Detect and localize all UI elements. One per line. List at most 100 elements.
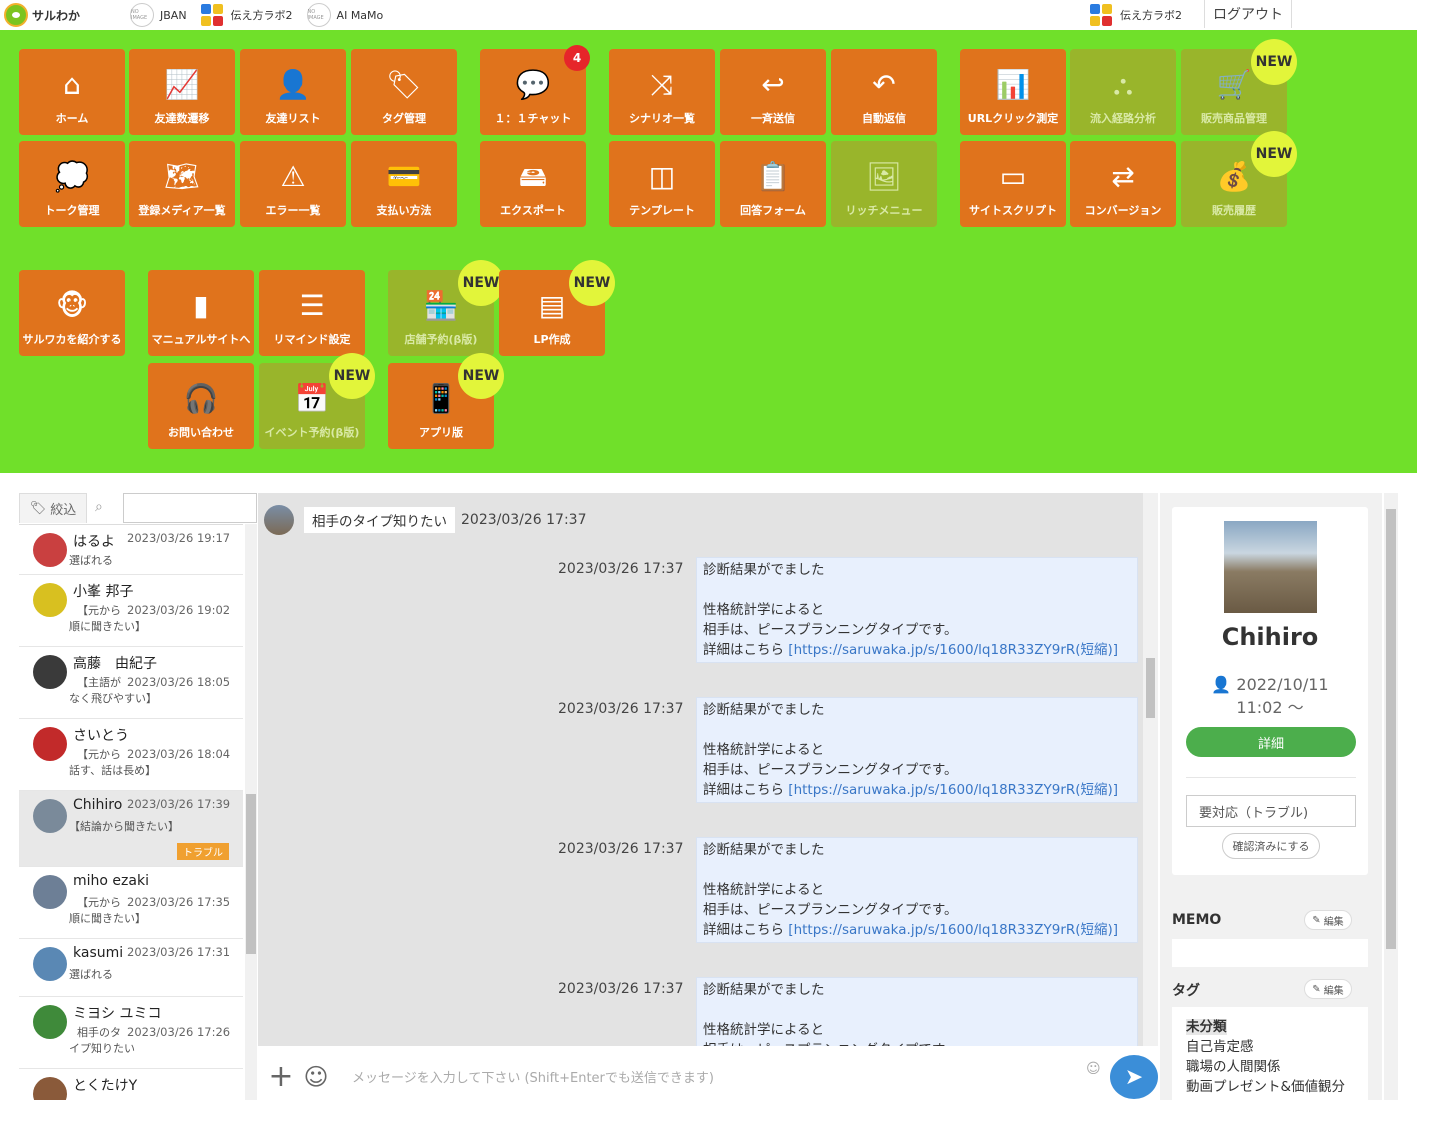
message-input[interactable]: メッセージを入力して下さい (Shift+Enterでも送信できます) xyxy=(352,1067,1082,1086)
scrollbar-thumb[interactable] xyxy=(1386,509,1396,949)
search-input[interactable] xyxy=(123,493,257,523)
filter-tab[interactable]: 🏷 絞込 xyxy=(19,493,87,523)
account-switch-tsutaekata[interactable]: 伝え方ラボ2 xyxy=(200,4,293,26)
menu-tile-book[interactable]: ▮ マニュアルサイトへ xyxy=(148,270,254,356)
plus-icon[interactable]: + xyxy=(264,1059,298,1094)
avatar[interactable] xyxy=(264,505,294,535)
profile-scrollbar[interactable] xyxy=(1384,493,1398,1100)
outgoing-message: 2023/03/26 17:37 診断結果がでました 性格統計学によると相手は、ピ… xyxy=(558,557,1138,679)
friend-list-item[interactable]: はるよ 2023/03/26 19:17 選ばれる xyxy=(19,525,243,575)
tag-edit-button[interactable]: ✎ 編集 xyxy=(1304,979,1352,999)
emoji-small-icon[interactable]: ☺ xyxy=(1086,1061,1101,1077)
scrollbar-thumb[interactable] xyxy=(246,794,256,954)
menu-tile-layout[interactable]: ▤ LP作成 NEW xyxy=(499,260,615,356)
menu-tile-label: 自動返信 xyxy=(862,112,906,125)
message-line: 相手は、ピースプランニングタイプです。 xyxy=(703,1040,1131,1046)
message-preview: 【主語が xyxy=(77,676,121,689)
chat-panel: 相手のタイプ知りたい 2023/03/26 17:37 2023/03/26 1… xyxy=(258,493,1158,1100)
divider xyxy=(1186,777,1356,778)
friend-list-item[interactable]: さいとう 2023/03/26 18:04 【元から 話す、話は長め】 xyxy=(19,719,243,791)
paper-plane-icon: ➤ xyxy=(1124,1064,1144,1090)
menu-tile-label: 登録メディア一覧 xyxy=(138,204,226,217)
status-select[interactable]: 要対応（トラブル) xyxy=(1186,795,1356,827)
menu-tile-analytics[interactable]: 📊 URLクリック測定 xyxy=(960,49,1066,135)
menu-tile-image[interactable]: 🖼 リッチメニュー xyxy=(831,141,937,227)
avatar xyxy=(33,533,67,567)
filter-label: 絞込 xyxy=(50,503,77,518)
detail-button[interactable]: 詳細 xyxy=(1186,727,1356,757)
menu-tile-card[interactable]: 💳 支払い方法 xyxy=(351,141,457,227)
friend-list-item[interactable]: 小峯 邦子 2023/03/26 19:02 【元から 順に聞きたい】 xyxy=(19,575,243,647)
menu-tile-exchange[interactable]: ⇄ コンバージョン xyxy=(1070,141,1176,227)
menu-tile-label: 回答フォーム xyxy=(740,204,806,217)
menu-tile-warning[interactable]: ⚠ エラー一覧 xyxy=(240,141,346,227)
mark-confirmed-button[interactable]: 確認済みにする xyxy=(1222,833,1320,859)
menu-tile-clipboard[interactable]: 📋 回答フォーム xyxy=(720,141,826,227)
menu-tile-moneybag[interactable]: 💰 販売履歴 NEW xyxy=(1181,131,1297,227)
menu-tile-columns[interactable]: ◫ テンプレート xyxy=(609,141,715,227)
short-url-link[interactable]: [https://saruwaka.jp/s/1600/lq18R33ZY9rR… xyxy=(788,782,1118,798)
message-preview: 話す、話は長め】 xyxy=(69,764,157,777)
menu-tile-headset[interactable]: 🎧 お問い合わせ xyxy=(148,363,254,449)
friend-list-item[interactable]: とくたけY xyxy=(19,1069,243,1100)
tag-icon: 🏷 xyxy=(386,68,422,101)
menu-tile-calendar[interactable]: 📅 イベント予約(β版) NEW xyxy=(259,353,375,449)
friend-list-item[interactable]: kasumi 2023/03/26 17:31 選ばれる xyxy=(19,939,243,997)
profile-card: Chihiro 👤 2022/10/11 11:02 〜 詳細 要対応（トラブル… xyxy=(1172,507,1368,875)
menu-tile-drive[interactable]: 🖴 エクスポート xyxy=(480,141,586,227)
menu-tile-list[interactable]: ☰ リマインド設定 xyxy=(259,270,365,356)
friend-list-item[interactable]: 高藤 由紀子 2023/03/26 18:05 【主語が なく飛びやすい】 xyxy=(19,647,243,719)
menu-tile-cart[interactable]: 🛒 販売商品管理 NEW xyxy=(1181,39,1297,135)
current-account[interactable]: 伝え方ラボ2 xyxy=(1090,4,1182,26)
message-preview: 選ばれる xyxy=(69,554,113,567)
message-preview: イプ知りたい xyxy=(69,1042,135,1055)
menu-tile-monkey[interactable]: 🐵 サルワカを紹介する xyxy=(19,270,125,356)
app-logo[interactable]: サルわか xyxy=(4,3,130,27)
menu-tile-sitemap[interactable]: ⛬ 流入経路分析 xyxy=(1070,49,1176,135)
menu-tile-label: リマインド設定 xyxy=(273,333,351,346)
menu-tile-chart[interactable]: 📈 友達数遷移 xyxy=(129,49,235,135)
friend-list-item[interactable]: miho ezaki 2023/03/26 17:35 【元から 順に聞きたい】 xyxy=(19,867,243,939)
menu-tile-undo[interactable]: ↶ 自動返信 xyxy=(831,49,937,135)
list-scrollbar[interactable] xyxy=(245,524,257,1100)
friend-name: 小峯 邦子 xyxy=(73,584,134,600)
chat-scrollbar[interactable] xyxy=(1143,493,1158,1046)
menu-tile-shuffle[interactable]: ⤨ シナリオ一覧 xyxy=(609,49,715,135)
search-icon[interactable]: ⌕ xyxy=(95,499,103,515)
menu-tile-chat[interactable]: 💬 １：１チャット 4 xyxy=(480,45,590,135)
menu-tile-label: リッチメニュー xyxy=(845,204,923,217)
logout-button[interactable]: ログアウト xyxy=(1204,0,1292,28)
message-composer: + ☺ メッセージを入力して下さい (Shift+Enterでも送信できます) … xyxy=(258,1053,1158,1100)
memo-edit-button[interactable]: ✎ 編集 xyxy=(1304,910,1352,930)
emoji-icon[interactable]: ☺ xyxy=(298,1063,334,1091)
menu-tile-reply[interactable]: ↩ 一斉送信 xyxy=(720,49,826,135)
short-url-link[interactable]: [https://saruwaka.jp/s/1600/lq18R33ZY9rR… xyxy=(788,922,1118,938)
menu-tile-phone[interactable]: 📱 アプリ版 NEW xyxy=(388,353,504,449)
menu-tile-speech[interactable]: 💭 トーク管理 xyxy=(19,141,125,227)
menu-tile-store[interactable]: 🏪 店舗予約(β版) NEW xyxy=(388,260,504,356)
tag-item: 職場の人間関係 xyxy=(1186,1059,1281,1075)
speech-icon: 💭 xyxy=(54,160,90,193)
top-bar: サルわか NO IMAGE JBAN 伝え方ラボ2 NO IMAGE AI Ma… xyxy=(0,0,1417,30)
short-url-link[interactable]: [https://saruwaka.jp/s/1600/lq18R33ZY9rR… xyxy=(788,642,1118,658)
menu-tile-label: 店舗予約(β版) xyxy=(404,333,478,346)
account-switch-aimamo[interactable]: NO IMAGE AI MaMo xyxy=(306,3,383,27)
no-image-icon: NO IMAGE xyxy=(130,3,154,27)
menu-tile-user[interactable]: 👤 友達リスト xyxy=(240,49,346,135)
menu-tile-label: マニュアルサイトへ xyxy=(151,333,251,346)
home-icon: ⌂ xyxy=(63,68,81,101)
menu-tile-tag[interactable]: 🏷 タグ管理 xyxy=(351,49,457,135)
friend-list-item[interactable]: Chihiro 2023/03/26 17:39 【結論から聞きたい】 トラブル xyxy=(19,791,243,867)
account-switch-jban[interactable]: NO IMAGE JBAN xyxy=(130,3,187,27)
friend-list-item[interactable]: ミヨシ ユミコ 2023/03/26 17:26 相手のタ イプ知りたい xyxy=(19,997,243,1069)
message-line: 性格統計学によると xyxy=(703,882,825,898)
menu-tile-browser[interactable]: ▭ サイトスクリプト xyxy=(960,141,1066,227)
scrollbar-thumb[interactable] xyxy=(1146,658,1155,718)
menu-tile-map[interactable]: 🗺 登録メディア一覧 xyxy=(129,141,235,227)
squares-logo-icon xyxy=(1090,4,1114,26)
last-message-time: 2023/03/26 17:31 xyxy=(127,945,231,959)
menu-tile-label: サルワカを紹介する xyxy=(22,333,122,346)
menu-tile-home[interactable]: ⌂ ホーム xyxy=(19,49,125,135)
send-button[interactable]: ➤ xyxy=(1110,1055,1158,1099)
